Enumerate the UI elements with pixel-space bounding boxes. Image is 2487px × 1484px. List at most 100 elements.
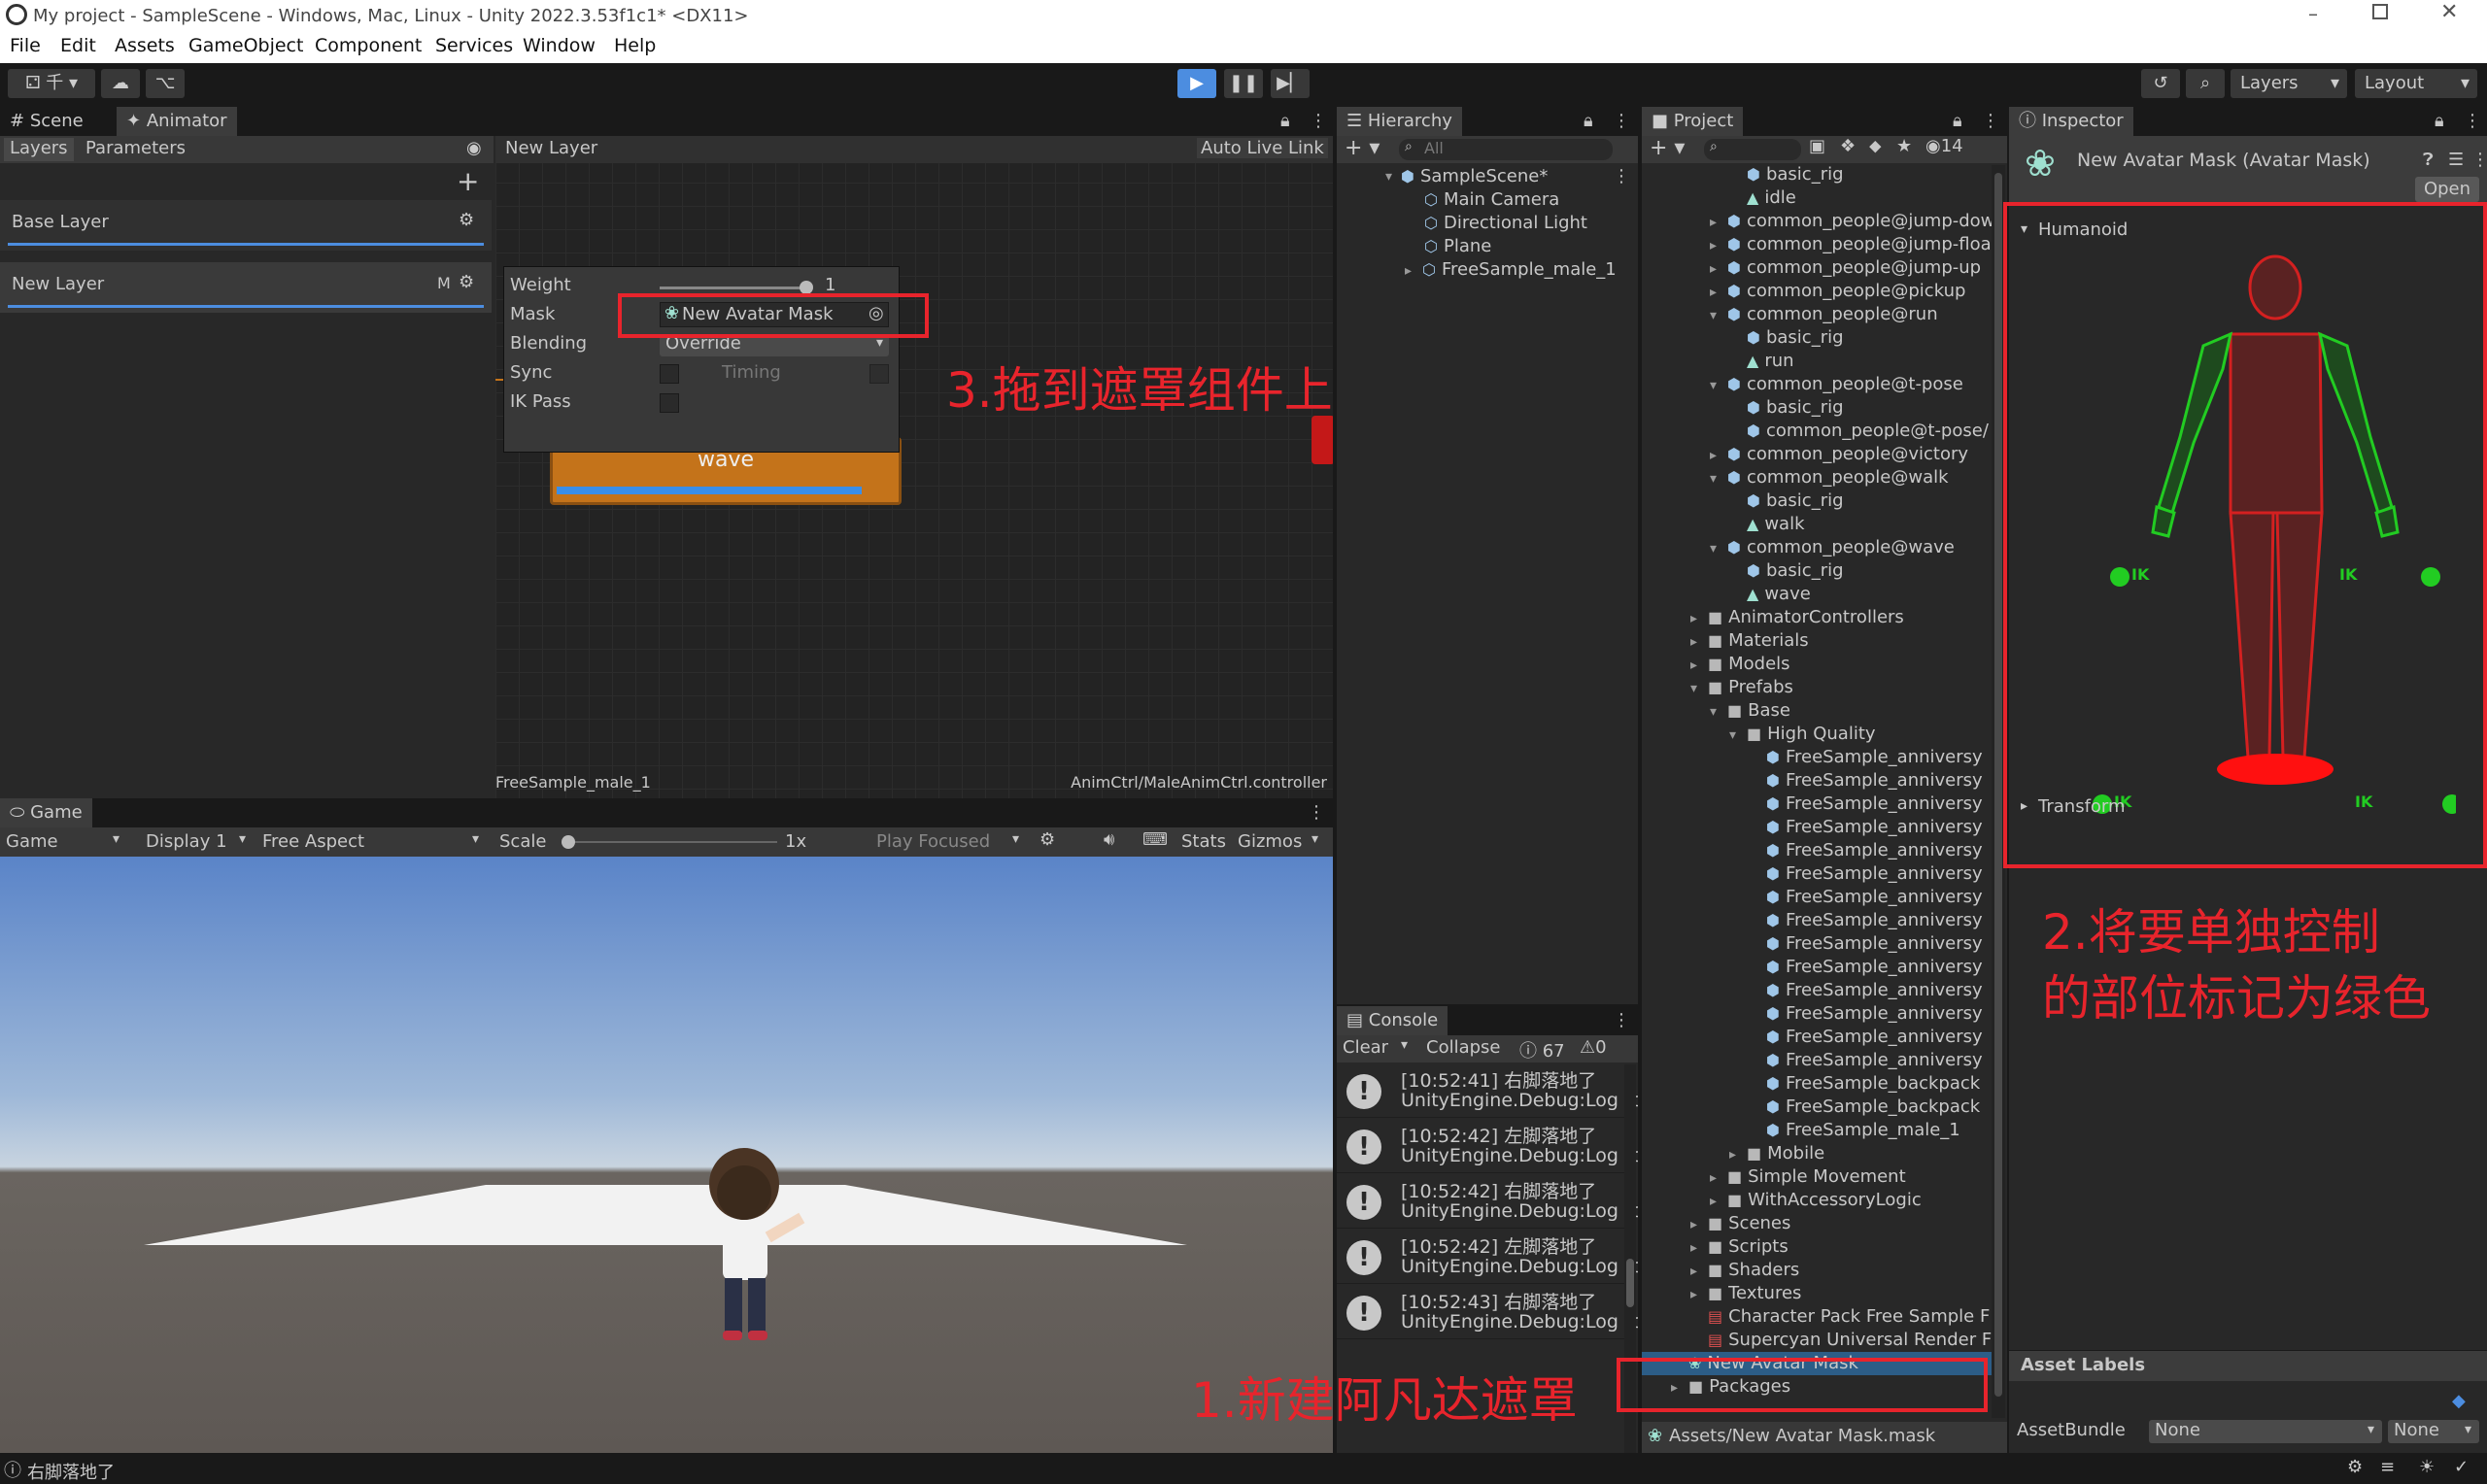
bug-report-icon[interactable]: ⚙ bbox=[2347, 1457, 2363, 1477]
lock-icon[interactable]: 🔒︎ bbox=[2435, 111, 2444, 131]
exit-node[interactable] bbox=[1312, 416, 1333, 464]
more-icon[interactable]: ⋮ bbox=[1613, 1010, 1630, 1030]
project-item[interactable]: ▾ ■ Prefabs bbox=[1642, 676, 1992, 699]
more-icon[interactable]: ⋮ bbox=[1308, 802, 1325, 823]
fold-closed-icon[interactable]: ▸ bbox=[1690, 1213, 1708, 1236]
tab-parameters[interactable]: Parameters bbox=[85, 138, 186, 158]
menu-file[interactable]: File bbox=[10, 35, 41, 56]
project-item[interactable]: ▾ ⬢ common_people@wave bbox=[1642, 536, 1992, 559]
project-item[interactable]: ▲ idle bbox=[1642, 186, 1992, 210]
fold-open-icon[interactable]: ▾ bbox=[1729, 724, 1747, 747]
project-item[interactable]: ⬢ FreeSample_anniversy bbox=[1642, 862, 1992, 886]
project-scrollbar-thumb[interactable] bbox=[1994, 173, 2002, 1397]
project-item[interactable]: ⬢ FreeSample_anniversy bbox=[1642, 746, 1992, 769]
eye-icon[interactable]: ◉ bbox=[466, 138, 482, 158]
project-item[interactable]: ⬢ FreeSample_anniversy bbox=[1642, 956, 1992, 979]
assetbundle-variant-dropdown[interactable]: None ▾ bbox=[2388, 1420, 2479, 1443]
more-icon[interactable]: ⋮ bbox=[1613, 111, 1630, 131]
fold-closed-icon[interactable]: ▸ bbox=[1690, 1236, 1708, 1260]
hierarchy-item-main-camera[interactable]: ⬡ Main Camera bbox=[1337, 188, 1638, 212]
tab-inspector[interactable]: ⓘ Inspector bbox=[2009, 107, 2133, 136]
ikpass-checkbox[interactable] bbox=[660, 393, 679, 413]
project-item[interactable]: ▸ ■ Scripts bbox=[1642, 1235, 1992, 1259]
progress-check-icon[interactable]: ✓ bbox=[2454, 1457, 2469, 1477]
project-item[interactable]: ⬢ FreeSample_backpack bbox=[1642, 1072, 1992, 1096]
more-icon[interactable]: ⋮ bbox=[1613, 165, 1630, 188]
hierarchy-item-samplescene[interactable]: ▾ ⬢ SampleScene* ⋮ bbox=[1337, 165, 1638, 188]
project-item[interactable]: ▸ ■ Textures bbox=[1642, 1282, 1992, 1305]
tab-hierarchy[interactable]: ☰ Hierarchy bbox=[1337, 107, 1462, 136]
tab-project[interactable]: ■ Project bbox=[1642, 107, 1744, 136]
maximize-icon[interactable] bbox=[2372, 4, 2388, 19]
keyboard-icon[interactable]: ⌨ bbox=[1142, 829, 1168, 850]
project-item[interactable]: ⬢ FreeSample_backpack bbox=[1642, 1096, 1992, 1119]
menu-services[interactable]: Services bbox=[435, 35, 513, 56]
tab-game[interactable]: ⬭ Game bbox=[0, 798, 92, 827]
weight-value[interactable]: 1 bbox=[825, 275, 835, 295]
collab-button[interactable]: ⌥ bbox=[146, 69, 185, 98]
project-item[interactable]: ▾ ⬢ common_people@t-pose bbox=[1642, 373, 1992, 396]
project-item[interactable]: ⬢ FreeSample_anniversy bbox=[1642, 1002, 1992, 1026]
project-item[interactable]: ⬢ FreeSample_anniversy bbox=[1642, 886, 1992, 909]
project-item[interactable]: ⬢ FreeSample_anniversy bbox=[1642, 932, 1992, 956]
menu-component[interactable]: Component bbox=[315, 35, 422, 56]
hierarchy-item-freesample-male[interactable]: ▸ ⬡ FreeSample_male_1 bbox=[1337, 258, 1638, 282]
fold-closed-icon[interactable]: ▸ bbox=[1729, 1143, 1747, 1166]
cache-icon[interactable]: ≡ bbox=[2380, 1457, 2395, 1477]
search-by-type-icon[interactable]: ▣ bbox=[1809, 136, 1825, 156]
display-dropdown[interactable]: Display 1 bbox=[146, 831, 227, 852]
layout-dropdown[interactable]: Layout ▾ bbox=[2355, 69, 2477, 98]
fold-open-icon[interactable]: ▾ bbox=[1710, 467, 1727, 490]
menu-help[interactable]: Help bbox=[614, 35, 656, 56]
dropdown-arrow-icon[interactable]: ▾ bbox=[1401, 1037, 1408, 1053]
stats-button[interactable]: Stats bbox=[1181, 831, 1226, 852]
project-item[interactable]: ⬢ FreeSample_male_1 bbox=[1642, 1119, 1992, 1142]
fold-closed-icon[interactable]: ▸ bbox=[1405, 259, 1422, 283]
weight-slider[interactable] bbox=[660, 281, 813, 294]
project-item[interactable]: ▾ ■ Base bbox=[1642, 699, 1992, 723]
scale-slider[interactable] bbox=[562, 835, 777, 849]
play-focused-dropdown[interactable]: Play Focused bbox=[876, 831, 990, 852]
tab-scene[interactable]: # Scene bbox=[0, 107, 93, 136]
project-item[interactable]: ▸ ■ Shaders bbox=[1642, 1259, 1992, 1282]
tag-icon[interactable]: ⬥ bbox=[1869, 136, 1882, 156]
blending-dropdown[interactable]: Override ▾ bbox=[660, 333, 889, 356]
fold-closed-icon[interactable]: ▸ bbox=[1710, 234, 1727, 257]
preset-icon[interactable]: ☰ bbox=[2448, 150, 2464, 170]
search-button[interactable]: ⌕ bbox=[2186, 69, 2225, 98]
tab-animator[interactable]: ✦ Animator bbox=[117, 107, 237, 136]
project-item[interactable]: ▸ ⬢ common_people@pickup bbox=[1642, 280, 1992, 303]
hierarchy-item-directional-light[interactable]: ⬡ Directional Light bbox=[1337, 212, 1638, 235]
project-search-input[interactable]: ⌕ bbox=[1704, 139, 1801, 160]
project-item[interactable]: ▲ wave bbox=[1642, 583, 1992, 606]
project-item[interactable]: ⬢ basic_rig bbox=[1642, 559, 1992, 583]
fold-closed-icon[interactable]: ▸ bbox=[1690, 630, 1708, 654]
hidden-packages-icon[interactable]: ◉14 bbox=[1925, 136, 1963, 156]
warning-count-button[interactable]: ⚠0 bbox=[1580, 1037, 1607, 1058]
add-layer-icon[interactable]: + bbox=[457, 165, 479, 197]
lock-icon[interactable]: 🔒︎ bbox=[1584, 111, 1593, 131]
menu-assets[interactable]: Assets bbox=[115, 35, 175, 56]
sync-checkbox[interactable] bbox=[660, 364, 679, 384]
project-item[interactable]: ▸ ■ Models bbox=[1642, 653, 1992, 676]
collapse-button[interactable]: Collapse bbox=[1426, 1037, 1501, 1058]
step-button[interactable]: ▶▏ bbox=[1271, 69, 1310, 98]
console-entry[interactable]: ! [10:52:41] 右脚落地了 UnityEngine.Debug:Log (… bbox=[1337, 1062, 1638, 1118]
project-item[interactable]: ▸ ■ Simple Movement bbox=[1642, 1165, 1992, 1189]
fold-open-icon[interactable]: ▾ bbox=[1385, 165, 1403, 188]
project-item[interactable]: ⬢ FreeSample_anniversy bbox=[1642, 839, 1992, 862]
assetbundle-dropdown[interactable]: None ▾ bbox=[2149, 1420, 2382, 1443]
fold-open-icon[interactable]: ▾ bbox=[1710, 374, 1727, 397]
fold-closed-icon[interactable]: ▸ bbox=[1710, 1166, 1727, 1190]
pause-button[interactable]: ❚❚ bbox=[1224, 69, 1263, 98]
fold-closed-icon[interactable]: ▸ bbox=[1710, 1190, 1727, 1213]
project-item[interactable]: ⬢ common_people@t-pose/ bbox=[1642, 420, 1992, 443]
cloud-button[interactable]: ☁ bbox=[101, 69, 140, 98]
layer-new[interactable]: New Layer M ⚙ bbox=[0, 262, 492, 313]
project-item[interactable]: ▸ ■ Materials bbox=[1642, 629, 1992, 653]
clear-button[interactable]: Clear bbox=[1343, 1037, 1388, 1058]
timing-checkbox[interactable] bbox=[869, 364, 889, 384]
project-item[interactable]: ▸ ■ Mobile bbox=[1642, 1142, 1992, 1165]
layers-dropdown[interactable]: Layers ▾ bbox=[2231, 69, 2347, 98]
gear-icon[interactable]: ⚙ bbox=[459, 272, 474, 292]
